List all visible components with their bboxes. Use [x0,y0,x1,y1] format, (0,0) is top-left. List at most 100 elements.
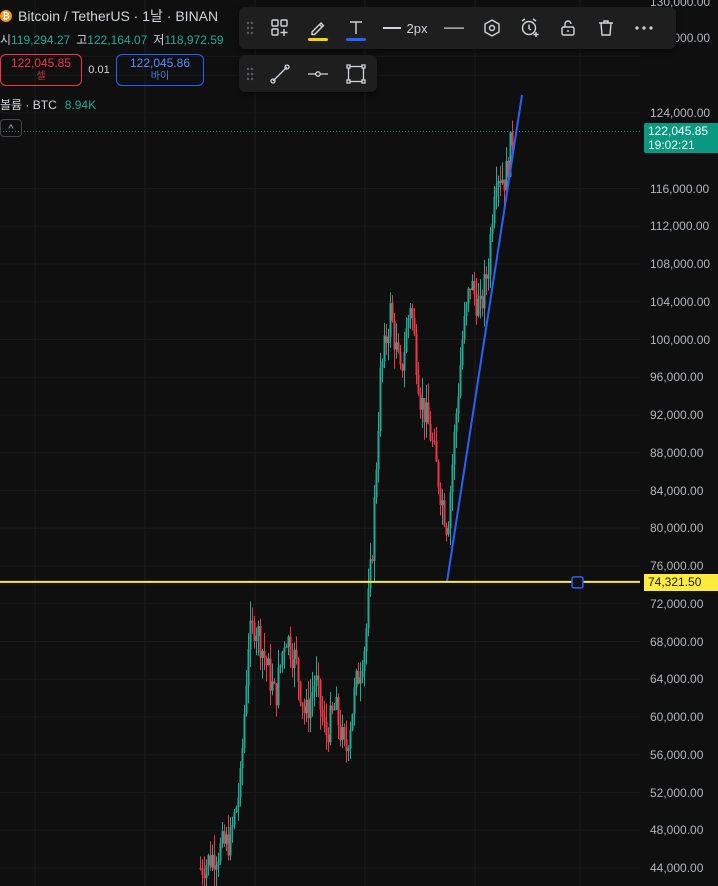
candle-body [501,179,504,183]
candle-body [347,748,350,751]
candle-body [393,320,396,350]
candle-body [489,234,492,275]
line-color-button[interactable] [299,12,337,44]
line-color-swatch [308,38,328,41]
line-width-button[interactable]: 2px [375,12,435,44]
spread-value: 0.01 [88,64,110,76]
candle-body [259,626,262,658]
candle-body [471,281,474,291]
candle-body [311,691,314,699]
candle-body [243,713,246,748]
symbol-title[interactable]: Bitcoin / TetherUS · 1날 · BINAN [18,6,218,26]
object-tree-button[interactable] [473,12,511,44]
buy-button[interactable]: 122,045.86 바이 [116,54,204,86]
candle-body [223,831,226,844]
candlestick-chart[interactable] [0,0,640,886]
horizontal-ray-tool[interactable] [299,58,337,90]
candle-body [417,374,420,394]
unlock-icon [561,20,575,36]
candle-body [427,402,430,425]
candle-body [303,706,306,714]
rectangle-tool[interactable] [337,58,375,90]
candle-body [369,559,372,589]
candle-body [385,335,388,344]
candle-body [249,620,252,650]
candle-body [363,651,366,672]
candle-body [291,659,294,669]
candle-body [267,658,270,666]
trend-line [446,94,523,582]
lock-button[interactable] [549,12,587,44]
candle-body [295,649,298,659]
candle-body [469,288,472,291]
sell-button[interactable]: 122,045.85 셀 [0,54,82,86]
candle-body [263,650,266,659]
drawing-toolbar: 2px [239,7,676,49]
candle-body [241,747,244,769]
candle-body [301,702,304,707]
candle-body [409,308,412,319]
candle-body [209,855,212,868]
candle-body [233,811,236,825]
collapse-legend-button[interactable]: ^ [0,119,22,137]
trend-line-tool[interactable] [261,58,299,90]
text-color-swatch [346,38,366,41]
candle-body [479,295,482,299]
delete-button[interactable] [587,12,625,44]
buy-price: 122,045.86 [129,56,191,70]
price-tick: 72,000.00 [650,596,704,611]
horizontal-line-handle[interactable] [571,576,584,589]
candle-body [395,342,398,350]
candle-body [235,807,238,812]
add-alert-button[interactable] [511,12,549,44]
grip-icon[interactable] [239,55,261,92]
candle-body [333,709,336,711]
candle-body [383,335,386,362]
grip-icon[interactable] [239,7,261,49]
trend-line-icon [270,63,290,84]
candle-body [211,854,214,868]
candle-body [431,440,434,442]
candle-body [483,274,486,309]
horizontal-line-price-tag[interactable]: 74,321.50 [644,573,718,591]
candle-body [481,295,484,309]
candle-body [453,431,456,465]
candle-body [451,464,454,493]
volume-legend[interactable]: 볼륨 · BTC 8.94K [0,96,96,113]
price-tick: 96,000.00 [650,370,704,385]
candle-body [447,528,450,535]
candle-body [495,186,498,197]
line-width-icon [382,27,401,29]
candle-body [351,714,354,730]
candle-body [421,398,424,410]
symbol-title-row[interactable]: ₿ Bitcoin / TetherUS · 1날 · BINAN [0,7,218,25]
more-button[interactable] [625,12,663,44]
candle-body [375,469,378,498]
templates-button[interactable] [261,12,299,44]
price-tick: 76,000.00 [650,559,704,573]
price-tick: 52,000.00 [650,785,704,800]
candle-body [437,461,440,488]
candle-body [293,649,296,669]
candle-body [221,831,224,844]
candle-body [315,675,318,686]
price-tick: 60,000.00 [650,710,704,724]
candle-body [217,861,220,866]
line-style-button[interactable] [435,12,473,44]
price-tick: 68,000.00 [650,634,704,649]
candle-body [225,834,228,844]
candle-body [207,855,210,866]
candle-body [239,768,242,798]
chart-canvas[interactable] [0,0,640,886]
candle-body [511,132,514,146]
bitcoin-icon: ₿ [0,10,12,22]
text-color-button[interactable] [337,12,375,44]
candle-body [463,316,466,340]
candle-body [271,681,274,691]
candle-body [283,647,286,653]
candle-body [433,440,436,442]
candle-body [227,834,230,856]
candle-body [373,497,376,561]
price-tick: 108,000.00 [650,257,711,271]
candle-body [403,352,406,371]
